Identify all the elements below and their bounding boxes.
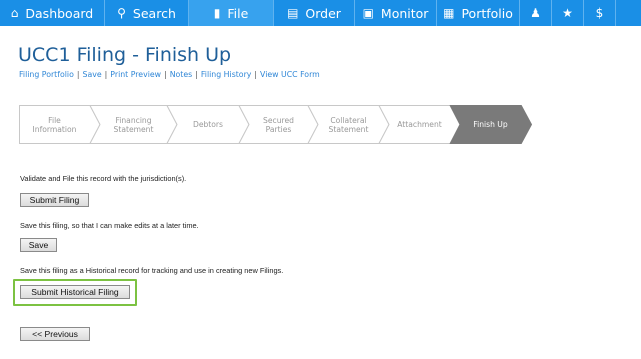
save-button[interactable]: Save <box>20 238 57 252</box>
monitor-icon: ▣ <box>362 6 374 20</box>
page-title: UCC1 Filing - Finish Up <box>18 44 232 66</box>
nav-portfolio[interactable]: ▦ Portfolio <box>437 0 520 26</box>
file-icon: ▮ <box>213 6 221 20</box>
historical-text: Save this filing as a Historical record … <box>20 266 284 275</box>
home-icon: ⌂ <box>10 6 19 20</box>
nav-file-label: File <box>227 5 249 21</box>
dollar-icon: $ <box>595 6 604 20</box>
nav-monitor[interactable]: ▣ Monitor <box>355 0 437 26</box>
top-navigation: ⌂ Dashboard ⚲ Search ▮ File ▤ Order ▣ Mo… <box>0 0 641 26</box>
step-file-information: File Information <box>32 115 77 134</box>
submit-filing-button[interactable]: Submit Filing <box>20 193 89 207</box>
submit-historical-filing-button[interactable]: Submit Historical Filing <box>20 285 130 299</box>
link-notes[interactable]: Notes <box>170 70 193 79</box>
nav-dashboard[interactable]: ⌂ Dashboard <box>0 0 105 26</box>
step-secured-parties: Secured Parties <box>263 115 294 134</box>
link-save[interactable]: Save <box>83 70 102 79</box>
step-finish-up: Finish Up <box>473 120 508 129</box>
nav-monitor-label: Monitor <box>380 5 429 21</box>
nav-order-label: Order <box>305 5 341 21</box>
nav-file[interactable]: ▮ File <box>189 0 274 26</box>
link-filing-portfolio[interactable]: Filing Portfolio <box>19 70 74 79</box>
filing-links: Filing Portfolio | Save | Print Preview | Note… <box>19 70 320 79</box>
step-debtors: Debtors <box>192 120 224 129</box>
nav-order[interactable]: ▤ Order <box>274 0 355 26</box>
link-separator: | <box>195 70 198 79</box>
nav-dashboard-label: Dashboard <box>25 5 94 21</box>
link-separator: | <box>104 70 108 79</box>
step-collateral-statement: Collateral Statement <box>328 115 369 134</box>
nav-portfolio-label: Portfolio <box>461 5 513 21</box>
link-view-ucc-form[interactable]: View UCC Form <box>260 70 320 79</box>
previous-button[interactable]: << Previous <box>20 327 90 341</box>
wizard-steps: File Information Financing Statement Deb… <box>19 105 532 144</box>
step-attachment: Attachment <box>397 120 442 129</box>
save-text: Save this filing, so that I can make edi… <box>20 221 199 230</box>
link-print-preview[interactable]: Print Preview <box>110 70 161 79</box>
link-separator: | <box>164 70 167 79</box>
validate-text: Validate and File this record with the j… <box>20 174 187 183</box>
step-financing-statement: Financing Statement <box>113 115 154 134</box>
portfolio-icon: ▦ <box>443 6 455 20</box>
link-separator: | <box>254 70 258 79</box>
nav-search[interactable]: ⚲ Search <box>105 0 189 26</box>
link-separator: | <box>76 70 80 79</box>
link-filing-history[interactable]: Filing History <box>201 70 252 79</box>
nav-billing[interactable]: $ <box>584 0 616 26</box>
star-icon: ★ <box>562 6 573 20</box>
search-icon: ⚲ <box>117 6 126 20</box>
nav-search-label: Search <box>132 5 176 21</box>
nav-favorites[interactable]: ★ <box>552 0 584 26</box>
cart-icon: ▤ <box>287 6 299 20</box>
nav-account[interactable]: ♟ <box>520 0 552 26</box>
user-icon: ♟ <box>530 6 541 20</box>
